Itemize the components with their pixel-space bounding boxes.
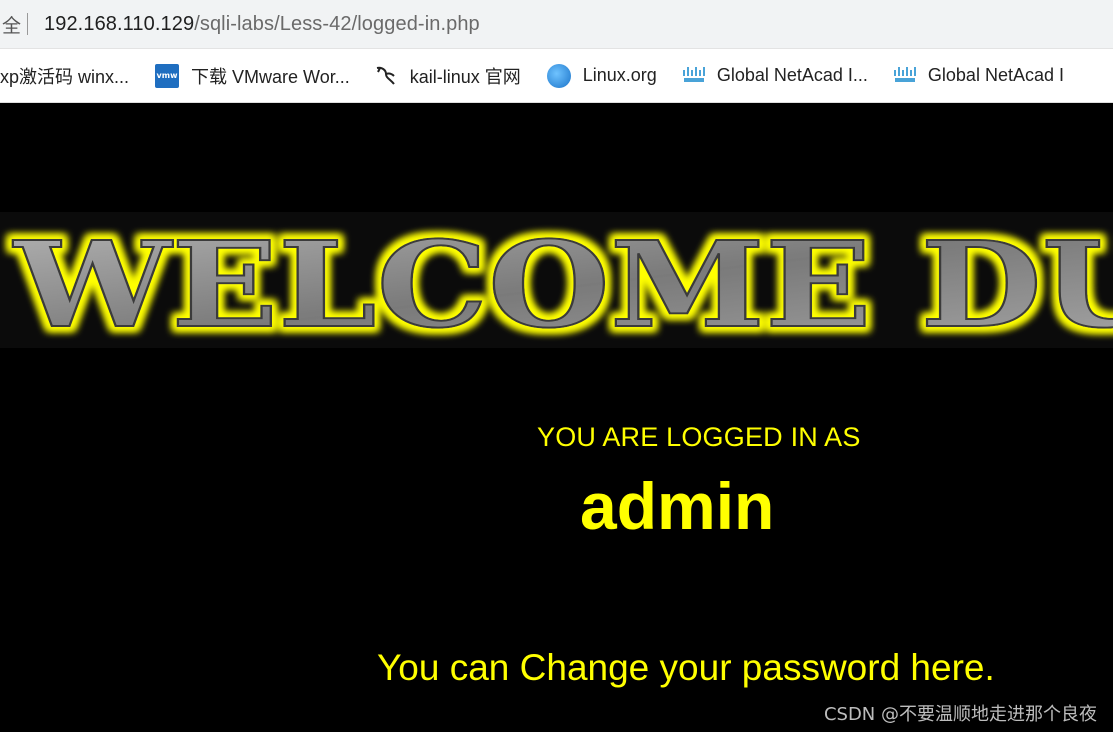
kali-dragon-icon (374, 64, 398, 88)
banner-text: WELCOME DU (12, 215, 1113, 348)
url-host: 192.168.110.129 (44, 12, 195, 35)
bookmark-label: 下载 VMware Wor... (191, 66, 350, 87)
vmw-icon: vmw (155, 63, 180, 88)
bookmark-linux-org[interactable]: Linux.org (546, 63, 657, 88)
url-path: /sqli-labs/Less-42/logged-in.php (194, 12, 480, 35)
bookmark-kali[interactable]: kail-linux 官网 (374, 63, 521, 89)
site-info-label[interactable]: 全 (2, 11, 21, 38)
bookmark-label: Global NetAcad I (927, 65, 1064, 85)
username-display: admin (580, 469, 775, 543)
bookmark-label: Linux.org (582, 65, 657, 85)
bookmark-netacad-2[interactable]: Global NetAcad I (892, 64, 1064, 88)
bookmark-label: Global NetAcad I... (716, 65, 868, 85)
bookmarks-bar: xp激活码 winx... vmw 下载 VMware Wor... kail-… (0, 49, 1113, 103)
bookmark-label: xp激活码 winx... (0, 66, 130, 87)
logged-in-label: YOU ARE LOGGED IN AS (537, 422, 861, 452)
address-bar[interactable]: 全 192.168.110.129/sqli-labs/Less-42/logg… (0, 0, 1113, 49)
welcome-banner: WELCOME DU (0, 212, 1113, 348)
cisco-icon (892, 64, 916, 88)
bookmark-vmware[interactable]: vmw 下载 VMware Wor... (155, 63, 350, 89)
cisco-icon (681, 64, 705, 88)
bookmark-label: kail-linux 官网 (409, 66, 521, 87)
url-field[interactable]: 192.168.110.129/sqli-labs/Less-42/logged… (44, 13, 480, 36)
globe-icon (546, 63, 571, 88)
bookmark-netacad-1[interactable]: Global NetAcad I... (681, 64, 868, 88)
address-separator (27, 13, 29, 35)
csdn-watermark: CSDN @不要温顺地走进那个良夜 (823, 704, 1097, 725)
bookmark-xp[interactable]: xp激活码 winx... (0, 63, 129, 89)
change-password-link[interactable]: You can Change your password here. (377, 647, 995, 689)
